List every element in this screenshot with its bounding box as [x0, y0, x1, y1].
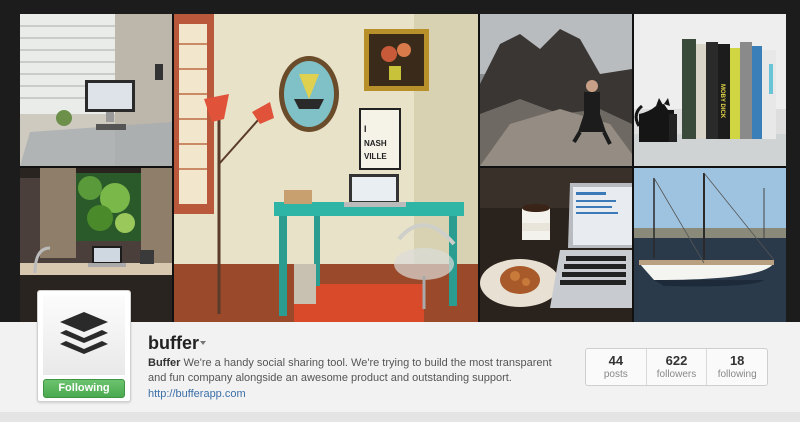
stat-count: 18 — [729, 353, 745, 368]
stat-label: posts — [603, 369, 628, 380]
profile-bio: Buffer We're a handy social sharing tool… — [148, 356, 568, 386]
chevron-down-icon[interactable] — [200, 341, 206, 345]
profile-username: buffer — [148, 333, 199, 353]
avatar[interactable] — [43, 295, 125, 375]
cover-photo-desk-window[interactable] — [20, 14, 172, 166]
stat-label: followers — [656, 369, 697, 380]
bio-text: We're a handy social sharing tool. We're… — [148, 357, 552, 384]
cover-photo-office-desk-teal[interactable]: I NASH VILLE — [174, 14, 478, 322]
bio-name: Buffer — [148, 357, 181, 369]
stat-following[interactable]: 18 following — [707, 349, 767, 385]
cover-photo-coffee-laptop[interactable] — [480, 168, 632, 322]
profile-avatar-card: Following — [37, 290, 131, 402]
cover-photo-man-on-rocks[interactable] — [480, 14, 632, 166]
stat-count: 622 — [665, 353, 688, 368]
buffer-logo-icon — [60, 312, 108, 354]
svg-text:VILLE: VILLE — [364, 152, 387, 161]
stat-label: following — [717, 369, 757, 380]
stat-posts[interactable]: 44 posts — [586, 349, 647, 385]
stat-count: 44 — [608, 353, 624, 368]
svg-text:NASH: NASH — [364, 139, 387, 148]
following-button[interactable]: Following — [43, 379, 125, 398]
cover-photo-sailboat-harbor[interactable] — [634, 168, 786, 322]
svg-text:I: I — [364, 124, 367, 134]
stat-followers[interactable]: 622 followers — [647, 349, 708, 385]
profile-website-link[interactable]: http://bufferapp.com — [148, 388, 246, 400]
profile-stats: 44 posts 622 followers 18 following — [585, 348, 768, 386]
cover-photo-mosaic: I NASH VILLE MOBY DICK — [20, 14, 786, 322]
cover-photo-books-cat-bookend[interactable]: MOBY DICK — [634, 14, 786, 166]
svg-text:MOBY DICK: MOBY DICK — [719, 84, 725, 119]
divider — [0, 412, 800, 422]
